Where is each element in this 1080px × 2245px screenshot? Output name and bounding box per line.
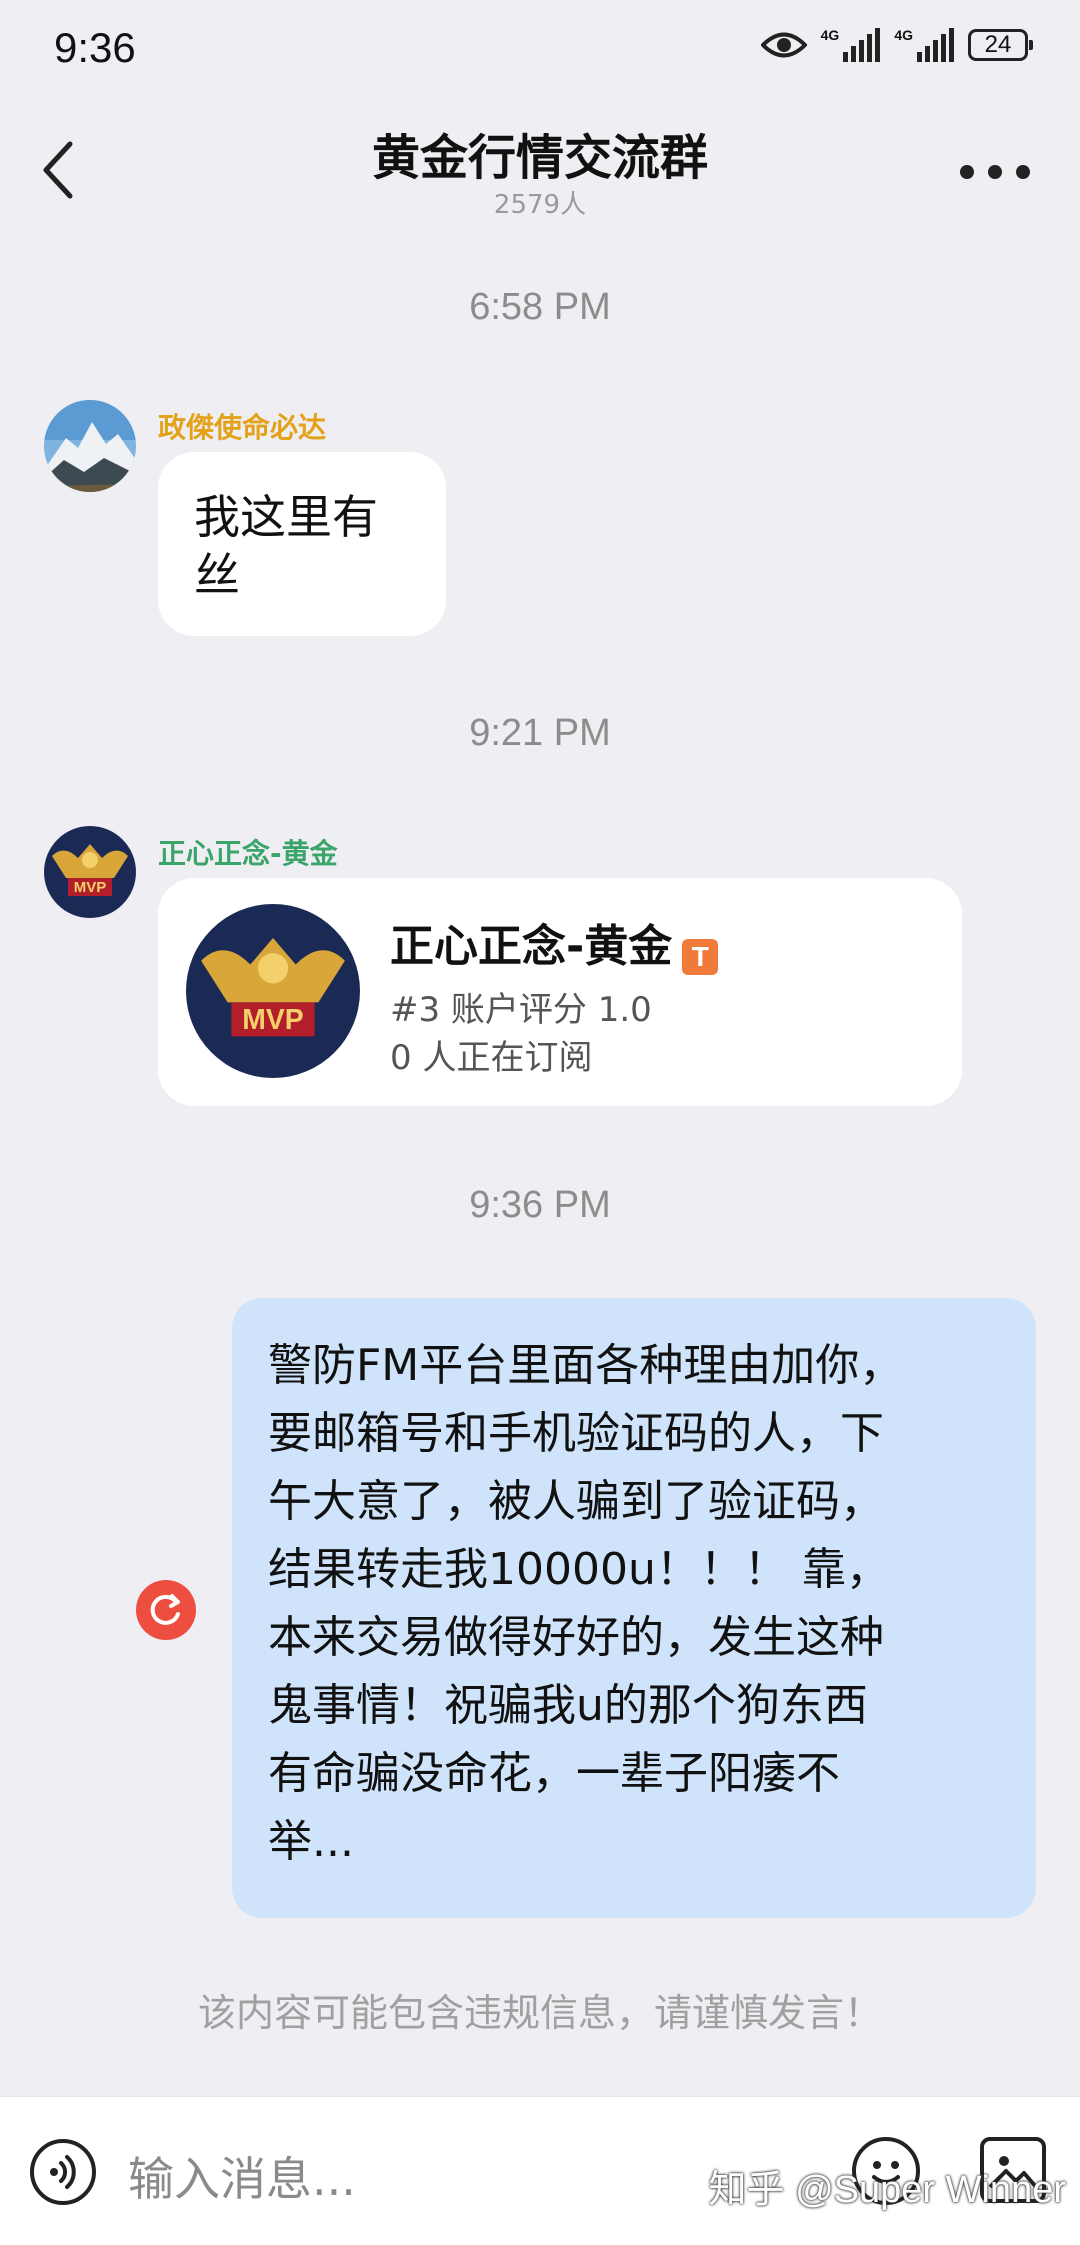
message-input[interactable]: 输入消息... xyxy=(128,2143,356,2209)
signal-icon: 4G xyxy=(894,28,954,62)
message-text: 我这里有 丝 xyxy=(194,490,378,602)
mvp-avatar-image: MVP xyxy=(44,826,136,918)
card-avatar: MVP xyxy=(186,904,360,1078)
timestamp: 9:36 PM xyxy=(469,1184,611,1226)
battery-icon: 24 xyxy=(968,29,1033,61)
content-warning: 该内容可能包含违规信息，请谨慎发言！ xyxy=(197,1991,882,2035)
more-horizontal-icon xyxy=(960,165,974,179)
card-title: 正心正念-黄金 T xyxy=(390,910,719,975)
page-title: 黄金行情交流群 xyxy=(371,130,708,186)
sender-name: 政傑使命必达 xyxy=(158,406,326,446)
member-count: 2579人 xyxy=(493,190,587,220)
sender-name-text: 正心正念-黄金 xyxy=(158,837,338,870)
t-badge: T xyxy=(682,938,719,975)
sender-name-text: 政傑使命必达 xyxy=(158,411,327,444)
message-bubble[interactable]: 我这里有 丝 xyxy=(158,452,446,636)
avatar[interactable]: MVP xyxy=(44,826,136,918)
svg-text:MVP: MVP xyxy=(74,879,107,896)
network-label: 4G xyxy=(894,27,913,43)
card-rank: #3 账户评分 1.0 xyxy=(390,990,652,1030)
card-name: 正心正念-黄金 xyxy=(390,921,673,972)
status-icons: 4G 4G 24 xyxy=(760,28,1033,62)
battery-level: 24 xyxy=(984,31,1012,58)
network-label: 4G xyxy=(820,27,840,43)
more-button[interactable] xyxy=(960,160,1030,184)
voice-icon xyxy=(50,2155,76,2189)
retry-icon[interactable] xyxy=(136,1580,196,1640)
timestamp: 6:58 PM xyxy=(469,286,611,328)
own-message-bubble[interactable]: 警防FM平台里面各种理由加你， 要邮箱号和手机验证码的人，下 午大意了，被人骗到… xyxy=(232,1298,1036,1918)
avatar[interactable] xyxy=(44,400,136,492)
profile-card[interactable]: MVP 正心正念-黄金 T #3 账户评分 1.0 0 人正在订阅 xyxy=(158,878,962,1106)
card-subscribers: 0 人正在订阅 xyxy=(390,1038,593,1078)
timestamp: 9:21 PM xyxy=(469,712,611,754)
mountain-avatar-image xyxy=(44,400,136,492)
mvp-avatar-image: MVP xyxy=(186,904,360,1078)
signal-icon: 4G xyxy=(821,28,881,62)
own-message-text: 警防FM平台里面各种理由加你， 要邮箱号和手机验证码的人，下 午大意了，被人骗到… xyxy=(268,1340,904,1867)
watermark: 知乎 @Super Winner xyxy=(708,2169,1066,2211)
eye-icon xyxy=(760,32,807,58)
status-time: 9:36 xyxy=(54,24,136,71)
sender-name: 正心正念-黄金 xyxy=(158,832,338,872)
svg-text:MVP: MVP xyxy=(242,1004,303,1036)
voice-button[interactable] xyxy=(30,2139,96,2205)
